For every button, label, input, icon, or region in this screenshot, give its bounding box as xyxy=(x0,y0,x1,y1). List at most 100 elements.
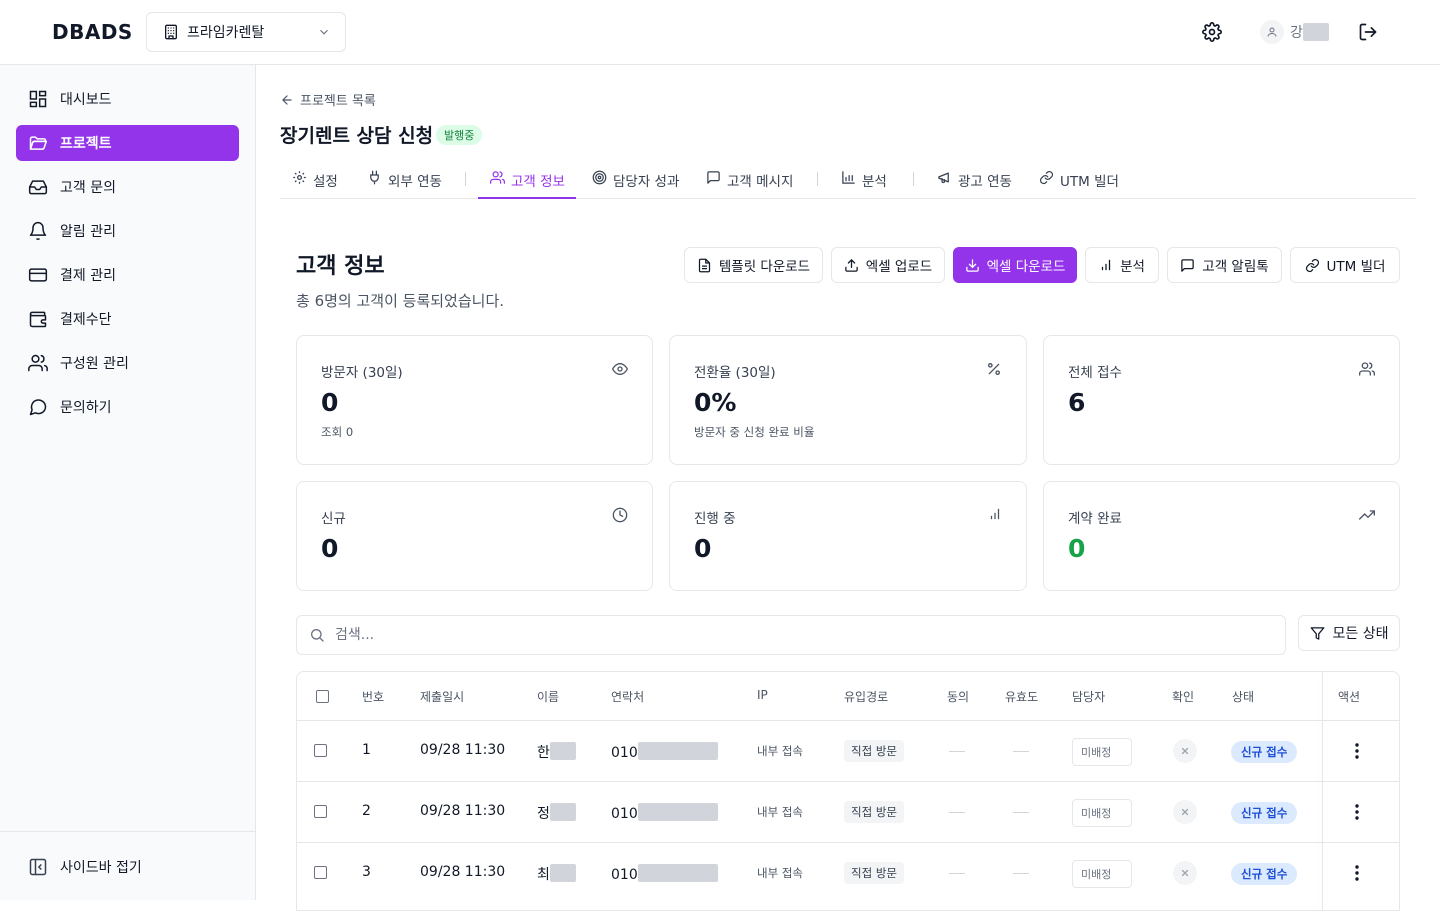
sidebar-item-label: 대시보드 xyxy=(60,92,112,108)
bell-icon xyxy=(28,221,48,241)
stat-card-in-progress: 진행 중 0 xyxy=(669,481,1027,591)
main-content: 프로젝트 목록 장기렌트 상담 신청 발행중 설정 외부 연동 고객 정보 담당… xyxy=(256,65,1440,911)
users-icon xyxy=(490,170,505,185)
assignee-select[interactable]: 미배정 xyxy=(1072,738,1132,766)
tab-ad-integrations[interactable]: 광고 연동 xyxy=(937,164,1012,199)
project-tabs: 설정 외부 연동 고객 정보 담당자 성과 고객 메시지 분석 광고 연동 UT… xyxy=(280,164,1416,199)
column-header: 이름 xyxy=(537,690,560,704)
more-vertical-icon xyxy=(1355,804,1359,820)
sidebar-item-notifications[interactable]: 알림 관리 xyxy=(16,213,239,249)
confirm-toggle[interactable] xyxy=(1173,861,1197,885)
status-filter-button[interactable]: 모든 상태 xyxy=(1298,615,1400,651)
users-icon xyxy=(1359,361,1375,377)
confirm-toggle[interactable] xyxy=(1173,800,1197,824)
tab-label: UTM 빌더 xyxy=(1060,174,1119,190)
sidebar-item-contact[interactable]: 문의하기 xyxy=(16,389,239,425)
status-badge[interactable]: 신규 접수 xyxy=(1231,802,1298,824)
button-label: 엑셀 업로드 xyxy=(865,259,933,275)
confirm-toggle[interactable] xyxy=(1173,739,1197,763)
message-circle-icon xyxy=(28,397,48,417)
tab-customer-info[interactable]: 고객 정보 xyxy=(478,164,576,199)
excel-upload-button[interactable]: 엑셀 업로드 xyxy=(831,247,945,283)
tab-utm-builder[interactable]: UTM 빌더 xyxy=(1039,164,1119,199)
table-row[interactable]: 2 09/28 11:30 정 010 내부 접속 직접 방문 미배정 신규 접… xyxy=(297,782,1399,843)
sidebar-item-label: 구성원 관리 xyxy=(60,356,129,372)
tab-agent-performance[interactable]: 담당자 성과 xyxy=(592,164,679,199)
phone-number: 010 xyxy=(611,742,718,761)
ip-value: 내부 접속 xyxy=(757,744,803,758)
chart-icon xyxy=(841,170,856,185)
sidebar-item-label: 고객 문의 xyxy=(60,180,116,196)
excel-download-button[interactable]: 엑셀 다운로드 xyxy=(953,247,1077,283)
stat-card-visitors: 방문자 (30일) 0 조회 0 xyxy=(296,335,653,465)
status-badge[interactable]: 신규 접수 xyxy=(1231,863,1298,885)
template-download-button[interactable]: 템플릿 다운로드 xyxy=(684,247,823,283)
tab-customer-messages[interactable]: 고객 메시지 xyxy=(706,164,793,199)
validity-empty xyxy=(1013,873,1029,874)
clock-icon xyxy=(612,507,628,523)
redacted-phone xyxy=(637,864,718,882)
sidebar-item-projects[interactable]: 프로젝트 xyxy=(16,125,239,161)
table-header: 번호 제출일시 이름 연락처 IP 유입경로 동의 유효도 담당자 확인 상태 … xyxy=(297,672,1399,721)
stat-value: 6 xyxy=(1068,388,1086,417)
sidebar-item-dashboard[interactable]: 대시보드 xyxy=(16,81,239,117)
company-select[interactable]: 프라임카렌탈 xyxy=(146,12,346,52)
row-actions-button[interactable] xyxy=(1347,739,1367,763)
back-to-projects-link[interactable]: 프로젝트 목록 xyxy=(280,90,376,109)
assignee-select[interactable]: 미배정 xyxy=(1072,799,1132,827)
utm-builder-button[interactable]: UTM 빌더 xyxy=(1290,247,1400,283)
inbox-icon xyxy=(28,177,48,197)
row-checkbox[interactable] xyxy=(314,744,327,757)
consent-empty xyxy=(949,751,965,752)
row-checkbox[interactable] xyxy=(314,866,327,879)
source-tag: 직접 방문 xyxy=(844,801,904,823)
app-logo[interactable]: DBADS xyxy=(52,20,133,44)
tab-integrations[interactable]: 외부 연동 xyxy=(367,164,442,199)
close-icon xyxy=(1180,807,1190,817)
ip-value: 내부 접속 xyxy=(757,866,803,880)
percent-icon xyxy=(986,361,1002,377)
gear-icon xyxy=(1202,22,1222,42)
table-row[interactable]: 1 09/28 11:30 한 010 내부 접속 직접 방문 미배정 신규 접… xyxy=(297,721,1399,782)
stat-title: 방문자 (30일) xyxy=(321,365,403,381)
select-all-checkbox[interactable] xyxy=(316,690,329,703)
tab-settings[interactable]: 설정 xyxy=(292,164,338,199)
assignee-select[interactable]: 미배정 xyxy=(1072,860,1132,888)
row-actions-button[interactable] xyxy=(1347,800,1367,824)
dashboard-icon xyxy=(28,89,48,109)
sidebar-item-billing[interactable]: 결제 관리 xyxy=(16,257,239,293)
row-actions-button[interactable] xyxy=(1347,861,1367,885)
sidebar-collapse-button[interactable]: 사이드바 접기 xyxy=(16,849,239,885)
sidebar-item-members[interactable]: 구성원 관리 xyxy=(16,345,239,381)
wallet-icon xyxy=(28,309,48,329)
sidebar-collapse-label: 사이드바 접기 xyxy=(60,860,142,876)
sidebar-item-inquiries[interactable]: 고객 문의 xyxy=(16,169,239,205)
row-checkbox[interactable] xyxy=(314,805,327,818)
company-select-label: 프라임카렌탈 xyxy=(187,25,265,41)
phone-prefix: 010 xyxy=(611,745,638,761)
analytics-button[interactable]: 분석 xyxy=(1085,247,1159,283)
customer-name-initial: 최 xyxy=(537,867,550,883)
settings-button[interactable] xyxy=(1196,16,1228,48)
stat-title: 계약 완료 xyxy=(1068,511,1122,527)
building-icon xyxy=(163,24,179,40)
logout-button[interactable] xyxy=(1352,16,1384,48)
arrow-left-icon xyxy=(280,93,294,107)
tab-analytics[interactable]: 분석 xyxy=(841,164,887,199)
user-menu[interactable]: 강 xyxy=(1260,20,1329,44)
column-header: 확인 xyxy=(1172,690,1195,704)
plug-icon xyxy=(367,170,382,185)
settings-icon xyxy=(292,170,307,185)
sidebar-item-payment-methods[interactable]: 결제수단 xyxy=(16,301,239,337)
status-badge[interactable]: 신규 접수 xyxy=(1231,741,1298,763)
button-label: 템플릿 다운로드 xyxy=(718,259,811,275)
stat-title: 전체 접수 xyxy=(1068,365,1122,381)
stat-title: 신규 xyxy=(321,511,346,527)
download-icon xyxy=(965,258,980,273)
panel-left-close-icon xyxy=(28,857,48,877)
phone-number: 010 xyxy=(611,864,718,883)
search-input[interactable] xyxy=(335,627,1285,643)
table-row[interactable]: 3 09/28 11:30 최 010 내부 접속 직접 방문 미배정 신규 접… xyxy=(297,843,1399,904)
target-icon xyxy=(592,170,607,185)
customer-alimtalk-button[interactable]: 고객 알림톡 xyxy=(1167,247,1282,283)
